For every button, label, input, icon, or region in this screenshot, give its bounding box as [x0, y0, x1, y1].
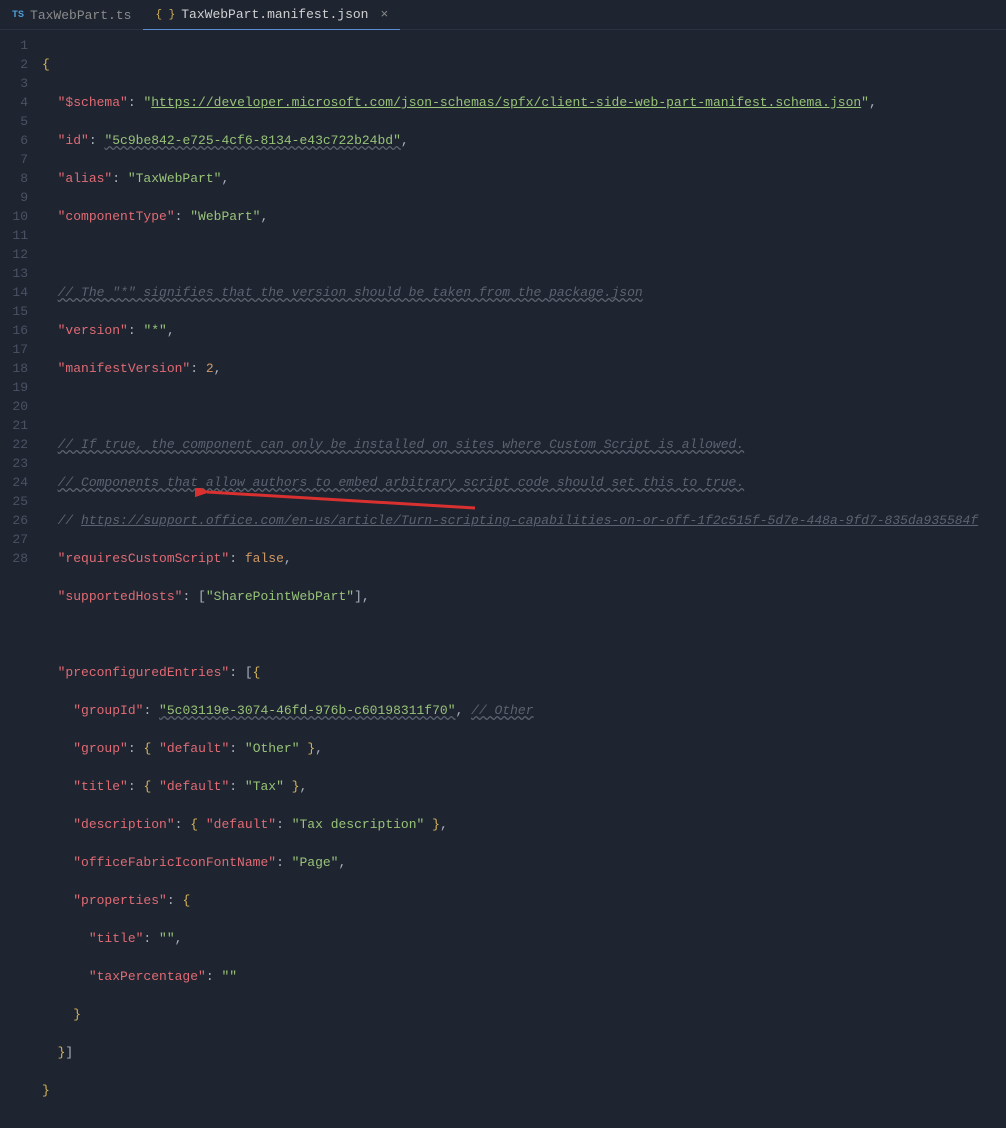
line-number: 26: [0, 511, 28, 530]
line-number: 7: [0, 150, 28, 169]
line-number: 4: [0, 93, 28, 112]
line-number: 13: [0, 264, 28, 283]
tab-label: TaxWebPart.manifest.json: [181, 7, 368, 22]
line-number: 16: [0, 321, 28, 340]
gutter: 1 2 3 4 5 6 7 8 9 10 11 12 13 14 15 16 1…: [0, 30, 42, 564]
tab-label: TaxWebPart.ts: [30, 8, 131, 23]
line-number: 14: [0, 283, 28, 302]
tab-bar: TS TaxWebPart.ts { } TaxWebPart.manifest…: [0, 0, 1006, 30]
line-number: 8: [0, 169, 28, 188]
line-number: 11: [0, 226, 28, 245]
line-number: 2: [0, 55, 28, 74]
json-icon: { }: [155, 9, 175, 21]
line-number: 28: [0, 549, 28, 568]
line-number: 22: [0, 435, 28, 454]
close-icon[interactable]: ×: [380, 7, 388, 22]
line-number: 6: [0, 131, 28, 150]
line-number: 5: [0, 112, 28, 131]
tab-active[interactable]: { } TaxWebPart.manifest.json ×: [143, 0, 400, 30]
line-number: 18: [0, 359, 28, 378]
line-number: 23: [0, 454, 28, 473]
line-number: 15: [0, 302, 28, 321]
line-number: 20: [0, 397, 28, 416]
line-number: 10: [0, 207, 28, 226]
code-area[interactable]: { "$schema": "https://developer.microsof…: [42, 30, 1006, 564]
tab-inactive[interactable]: TS TaxWebPart.ts: [0, 0, 143, 30]
line-number: 12: [0, 245, 28, 264]
line-number: 21: [0, 416, 28, 435]
line-number: 24: [0, 473, 28, 492]
line-number: 19: [0, 378, 28, 397]
line-number: 27: [0, 530, 28, 549]
editor: 1 2 3 4 5 6 7 8 9 10 11 12 13 14 15 16 1…: [0, 30, 1006, 564]
typescript-icon: TS: [12, 10, 24, 21]
line-number: 1: [0, 36, 28, 55]
line-number: 17: [0, 340, 28, 359]
line-number: 25: [0, 492, 28, 511]
line-number: 3: [0, 74, 28, 93]
line-number: 9: [0, 188, 28, 207]
